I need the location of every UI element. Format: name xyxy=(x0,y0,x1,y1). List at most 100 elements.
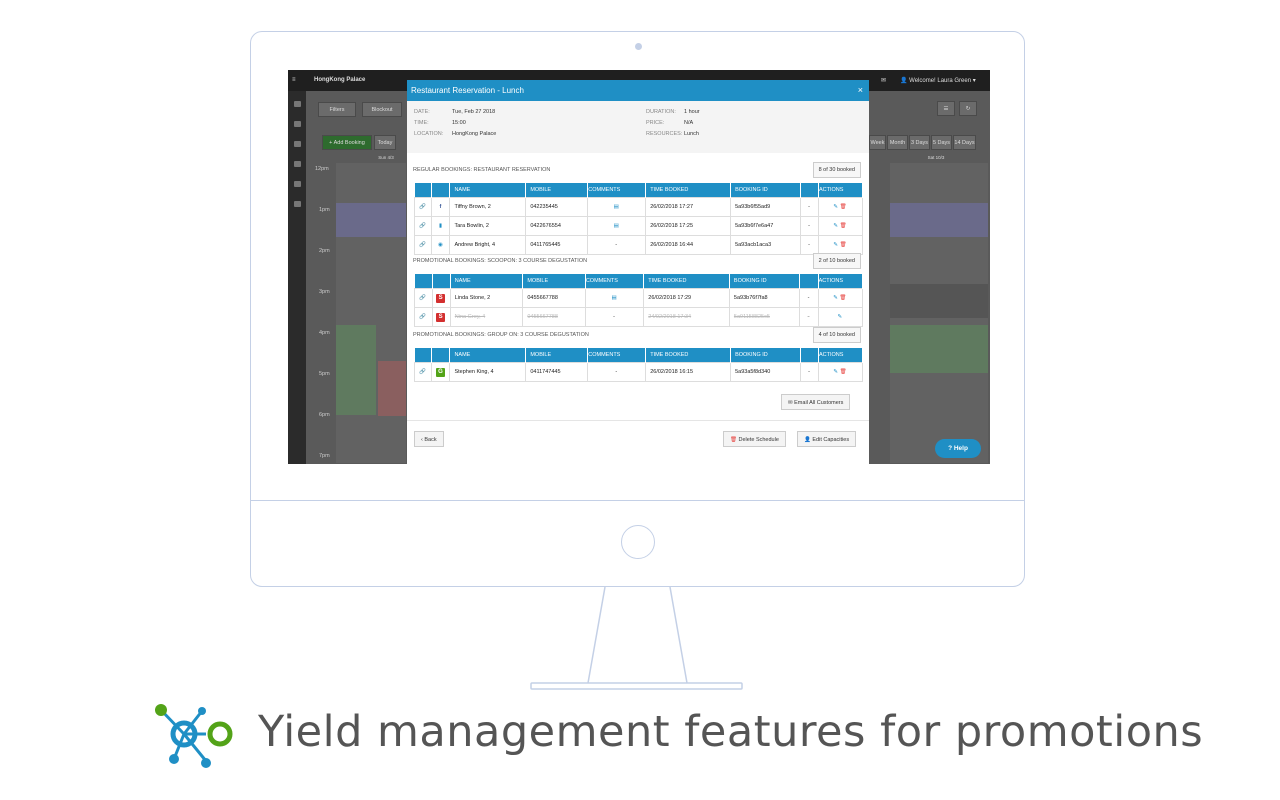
event-block[interactable] xyxy=(336,325,376,415)
hour-label: 12pm xyxy=(315,166,329,172)
edit-icon[interactable]: ✎ xyxy=(833,223,838,229)
section-title: PROMOTIONAL BOOKINGS: GROUP ON: 3 COURSE… xyxy=(413,332,589,338)
hour-label: 3pm xyxy=(319,289,330,295)
edit-icon[interactable]: ✎ xyxy=(833,242,838,248)
tab-week[interactable]: Week xyxy=(869,135,886,150)
edit-icon[interactable]: ✎ xyxy=(838,314,843,320)
section-title: PROMOTIONAL BOOKINGS: SCOOPON: 3 COURSE … xyxy=(413,258,588,264)
trash-icon[interactable]: 🗑 xyxy=(839,295,846,301)
user-menu[interactable]: 👤 Welcome! Laura Green ▾ xyxy=(900,77,976,84)
blockout-button[interactable]: Blockout xyxy=(362,102,402,117)
delete-schedule-button[interactable]: 🗑 Delete Schedule xyxy=(723,431,786,447)
table-row[interactable]: 🔗 S Linda Stone, 2 0455667788 ▤ 26/02/20… xyxy=(414,288,864,308)
booked-count-badge: 2 of 10 booked xyxy=(812,253,861,269)
home-icon[interactable] xyxy=(294,101,301,107)
booked-count-badge: 4 of 10 booked xyxy=(812,327,861,343)
link-icon[interactable]: 🔗 xyxy=(419,223,426,229)
users-icon[interactable] xyxy=(294,161,301,167)
edit-icon[interactable]: ✎ xyxy=(833,369,838,375)
tab-14-days[interactable]: 14 Days xyxy=(953,135,976,150)
filters-button[interactable]: Filters xyxy=(318,102,356,117)
link-icon[interactable]: 🔗 xyxy=(419,295,426,301)
comment-icon[interactable]: ▤ xyxy=(614,204,619,210)
schedule-date: Tue, Feb 27 2018 xyxy=(452,109,496,115)
tab-5-days[interactable]: 5 Days xyxy=(931,135,952,150)
settings-icon[interactable] xyxy=(294,181,301,187)
hour-label: 5pm xyxy=(319,371,330,377)
monitor-chin-divider xyxy=(251,500,1024,501)
event-block[interactable] xyxy=(378,361,406,416)
add-booking-button[interactable]: + Add Booking xyxy=(322,135,372,150)
schedule-location: HongKong Palace xyxy=(452,131,497,137)
table-row-cancelled[interactable]: 🔗 S Nina Grey, 4 0455667788 - 24/02/2018… xyxy=(414,307,864,327)
monitor-frame: ≡ HongKong Palace ✉ 👤 Welcome! Laura Gre… xyxy=(250,31,1025,587)
refresh-icon[interactable]: ↻ xyxy=(959,101,977,116)
edit-icon[interactable]: ✎ xyxy=(833,295,838,301)
email-all-customers-button[interactable]: ✉ Email All Customers xyxy=(781,394,851,410)
hour-label: 6pm xyxy=(319,412,330,418)
event-block[interactable] xyxy=(336,203,406,237)
link-icon[interactable] xyxy=(294,141,301,147)
hour-label: 1pm xyxy=(319,207,330,213)
tab-3-days[interactable]: 3 Days xyxy=(909,135,930,150)
event-block[interactable] xyxy=(890,203,988,237)
edit-capacities-button[interactable]: 👤 Edit Capacities xyxy=(797,431,857,447)
link-icon[interactable]: 🔗 xyxy=(419,242,426,248)
calendar-icon[interactable] xyxy=(294,121,301,127)
reports-icon[interactable] xyxy=(294,201,301,207)
schedule-duration: 1 hour xyxy=(684,109,700,115)
venue-name: HongKong Palace xyxy=(314,77,366,83)
event-block[interactable] xyxy=(890,325,988,373)
scoopon-icon: S xyxy=(436,312,446,322)
table-row[interactable]: 🔗 G Stephen King, 4 0411747445 - 26/02/2… xyxy=(413,362,864,382)
back-button[interactable]: ‹ Back xyxy=(414,431,444,447)
help-button[interactable]: ? Help xyxy=(935,439,981,458)
trash-icon: 🗑 xyxy=(730,437,737,443)
comment-icon[interactable]: ▤ xyxy=(614,223,619,229)
groupon-bookings-table: NAME MOBILE COMMENTS TIME BOOKED BOOKING… xyxy=(413,348,864,382)
mail-icon[interactable]: ✉ xyxy=(881,77,886,84)
tab-month[interactable]: Month xyxy=(887,135,908,150)
link-icon[interactable]: 🔗 xyxy=(419,369,426,375)
left-sidebar xyxy=(288,91,306,464)
booking-modal: Restaurant Reservation - Lunch × DATE: Tu… xyxy=(407,80,869,464)
edit-icon[interactable]: ✎ xyxy=(833,204,838,210)
event-block[interactable] xyxy=(890,284,988,318)
camera-dot xyxy=(635,43,642,50)
modal-header: Restaurant Reservation - Lunch × xyxy=(407,80,869,101)
list-view-icon[interactable]: ☰ xyxy=(937,101,955,116)
user-icon: 👤 xyxy=(804,437,811,443)
today-button[interactable]: Today xyxy=(374,135,396,150)
monitor-stand xyxy=(530,587,743,690)
schedule-time: 15:00 xyxy=(452,120,466,126)
link-icon[interactable]: 🔗 xyxy=(419,204,426,210)
comment-icon[interactable]: ▤ xyxy=(611,295,616,301)
groupon-icon: G xyxy=(435,367,445,377)
table-row[interactable]: 🔗 f Tiffny Brown, 2 042235445 ▤ 26/02/20… xyxy=(413,197,864,217)
menu-icon[interactable]: ≡ xyxy=(292,77,296,83)
modal-title: Restaurant Reservation - Lunch xyxy=(411,86,524,95)
booked-count-badge: 8 of 30 booked xyxy=(812,162,861,178)
close-icon[interactable]: × xyxy=(858,80,863,101)
trash-icon[interactable]: 🗑 xyxy=(840,223,847,229)
trash-icon[interactable]: 🗑 xyxy=(840,369,847,375)
hour-label: 2pm xyxy=(319,248,330,254)
scoopon-icon: S xyxy=(436,293,446,303)
schedule-resources: Lunch xyxy=(684,131,699,137)
regular-bookings-table: NAME MOBILE COMMENTS TIME BOOKED BOOKING… xyxy=(413,183,864,255)
table-row[interactable]: 🔗 ▮ Tara Bowlin, 2 0422676554 ▤ 26/02/20… xyxy=(413,216,864,236)
hour-label: 4pm xyxy=(319,330,330,336)
trash-icon[interactable]: 🗑 xyxy=(840,242,847,248)
app-screen: ≡ HongKong Palace ✉ 👤 Welcome! Laura Gre… xyxy=(288,70,990,464)
yield-network-logo-icon xyxy=(155,704,233,768)
link-icon[interactable]: 🔗 xyxy=(419,314,426,320)
schedule-info-right: DURATION: 1 hour PRICE: N/A RESOURCES: Lunc… xyxy=(646,109,700,137)
trash-icon[interactable]: 🗑 xyxy=(840,204,847,210)
modal-footer-divider xyxy=(407,420,869,421)
schedule-price: N/A xyxy=(684,120,694,126)
facebook-icon: f xyxy=(439,204,442,210)
scoopon-bookings-table: NAME MOBILE COMMENTS TIME BOOKED BOOKING… xyxy=(414,274,864,327)
table-row[interactable]: 🔗 ◉ Andrew Bright, 4 0411765445 - 26/02/… xyxy=(413,235,864,255)
schedule-info-left: DATE: Tue, Feb 27 2018 TIME: 15:00 LOCATIO… xyxy=(414,109,497,137)
power-button-icon xyxy=(621,525,655,559)
